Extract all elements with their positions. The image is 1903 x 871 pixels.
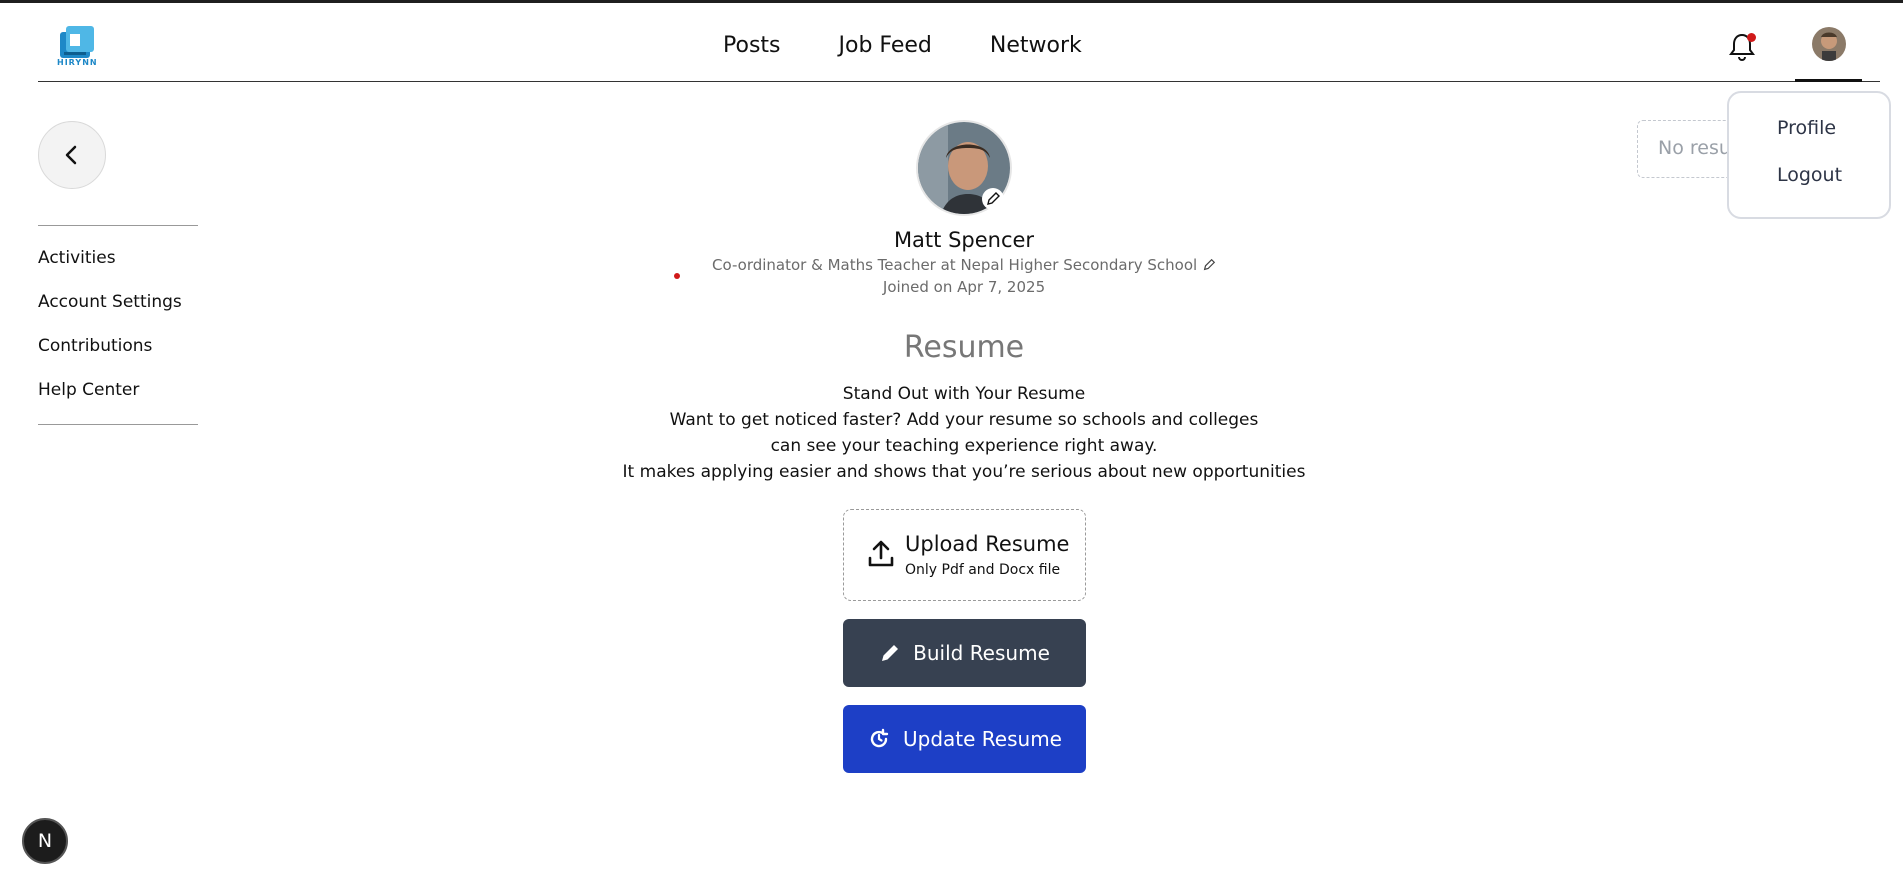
resume-heading: Resume [903, 330, 1025, 365]
dev-tools-badge[interactable]: N [22, 818, 68, 864]
upload-icon [868, 540, 894, 567]
back-button[interactable] [38, 121, 106, 189]
dropdown-logout[interactable]: Logout [1777, 164, 1842, 186]
update-resume-button[interactable]: Update Resume [843, 705, 1086, 773]
profile-dropdown: Profile Logout [1727, 91, 1891, 219]
resume-desc-line: Want to get noticed faster? Add your res… [669, 410, 1259, 430]
build-resume-button[interactable]: Build Resume [843, 619, 1086, 687]
nav-posts[interactable]: Posts [723, 33, 781, 58]
nav-job-feed[interactable]: Job Feed [839, 33, 932, 58]
pencil-icon [882, 645, 899, 661]
profile-name: Matt Spencer [893, 228, 1035, 252]
upload-resume-dropzone[interactable]: Upload Resume Only Pdf and Docx file [843, 509, 1086, 601]
profile-joined-date: Joined on Apr 7, 2025 [882, 278, 1046, 296]
resume-desc-line: It makes applying easier and shows that … [622, 462, 1306, 482]
logo-text: HIRYNN [57, 58, 98, 67]
resume-desc-line: can see your teaching experience right a… [770, 436, 1158, 456]
nav-network[interactable]: Network [990, 33, 1082, 58]
update-resume-label: Update Resume [903, 727, 1062, 751]
sidebar-divider-top [38, 225, 198, 226]
dropdown-profile[interactable]: Profile [1777, 117, 1836, 139]
resume-desc-line: Stand Out with Your Resume [842, 384, 1086, 404]
upload-title: Upload Resume [905, 532, 1070, 556]
active-indicator [1795, 79, 1862, 82]
status-dot [674, 273, 680, 279]
user-avatar[interactable] [1812, 27, 1846, 61]
chevron-left-icon [65, 145, 77, 165]
build-resume-label: Build Resume [913, 641, 1050, 665]
edit-headline-icon[interactable] [1202, 258, 1216, 272]
edit-photo-button[interactable] [982, 188, 1004, 210]
main-nav: Posts Job Feed Network [723, 33, 1082, 58]
header-divider [38, 81, 1880, 82]
upload-hint: Only Pdf and Docx file [905, 562, 1061, 578]
notification-dot [1747, 33, 1756, 42]
pencil-icon [987, 192, 1000, 205]
refresh-icon [870, 728, 889, 748]
resume-description: Stand Out with Your Resume Want to get n… [0, 381, 1903, 485]
profile-headline: Co-ordinator & Maths Teacher at Nepal Hi… [0, 256, 1903, 274]
profile-headline-text: Co-ordinator & Maths Teacher at Nepal Hi… [712, 256, 1198, 274]
